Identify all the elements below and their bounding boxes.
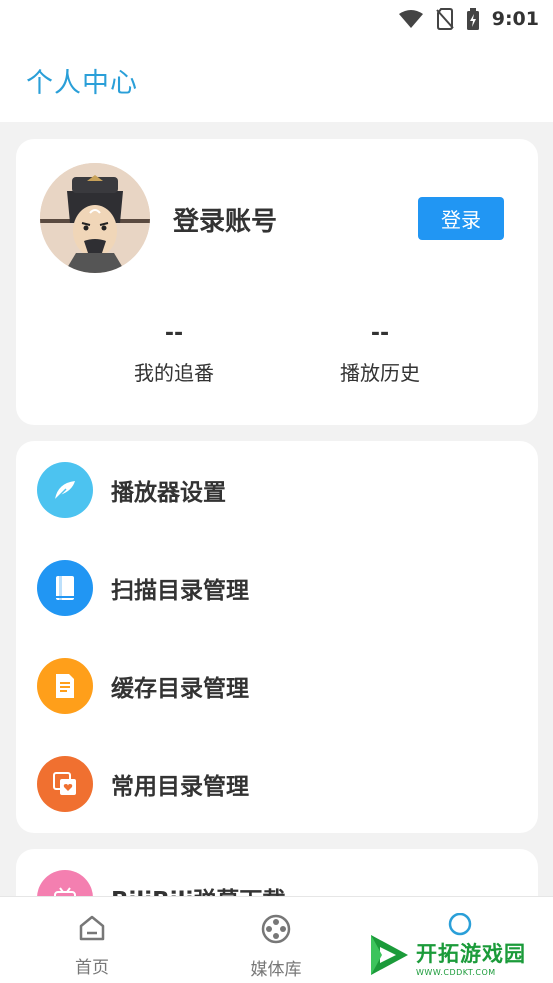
nav-media-label: 媒体库 xyxy=(250,960,302,980)
play-history-label: 播放历史 xyxy=(340,361,420,385)
clock: 9:01 xyxy=(491,8,539,30)
wifi-icon xyxy=(398,9,424,29)
watermark-logo-icon xyxy=(368,933,410,981)
my-follow-count: -- xyxy=(164,321,184,346)
my-follow-stat[interactable]: -- 我的追番 xyxy=(74,321,274,386)
status-bar: 9:01 xyxy=(0,0,553,38)
login-button[interactable]: 登录 xyxy=(418,197,504,240)
page-title: 个人中心 xyxy=(26,67,138,99)
book-icon xyxy=(37,560,93,616)
no-sim-icon xyxy=(435,8,454,30)
film-reel-icon xyxy=(260,913,292,949)
watermark: 开拓游戏园 WWW.CDDKT.COM xyxy=(368,934,548,980)
menu-item-common-directory[interactable]: 常用目录管理 xyxy=(16,735,538,833)
nav-home[interactable]: 首页 xyxy=(0,897,184,983)
feather-icon xyxy=(37,462,93,518)
document-icon xyxy=(37,658,93,714)
heart-folder-icon xyxy=(37,756,93,812)
menu-item-label: 扫描目录管理 xyxy=(111,578,249,604)
my-follow-label: 我的追番 xyxy=(134,361,214,385)
login-account-label[interactable]: 登录账号 xyxy=(173,201,277,238)
menu-item-player-settings[interactable]: 播放器设置 xyxy=(16,441,538,539)
watermark-sub: WWW.CDDKT.COM xyxy=(416,967,496,977)
app-header: 个人中心 xyxy=(0,38,553,122)
play-history-stat[interactable]: -- 播放历史 xyxy=(280,321,480,386)
avatar[interactable] xyxy=(40,163,150,273)
menu-item-label: 常用目录管理 xyxy=(111,774,249,800)
play-history-count: -- xyxy=(370,321,390,346)
profile-card: 登录账号 登录 -- 我的追番 -- 播放历史 xyxy=(16,139,538,425)
watermark-main: 开拓游戏园 xyxy=(416,941,526,966)
battery-charging-icon xyxy=(466,8,480,30)
nav-home-label: 首页 xyxy=(75,958,109,978)
settings-list: 播放器设置 扫描目录管理 缓存目录管理 常用目录管理 xyxy=(16,441,538,833)
menu-item-scan-directory[interactable]: 扫描目录管理 xyxy=(16,539,538,637)
home-icon xyxy=(77,913,107,947)
menu-item-label: 缓存目录管理 xyxy=(111,676,249,702)
menu-item-cache-directory[interactable]: 缓存目录管理 xyxy=(16,637,538,735)
nav-media-library[interactable]: 媒体库 xyxy=(184,897,368,983)
menu-item-label: 播放器设置 xyxy=(111,480,226,506)
